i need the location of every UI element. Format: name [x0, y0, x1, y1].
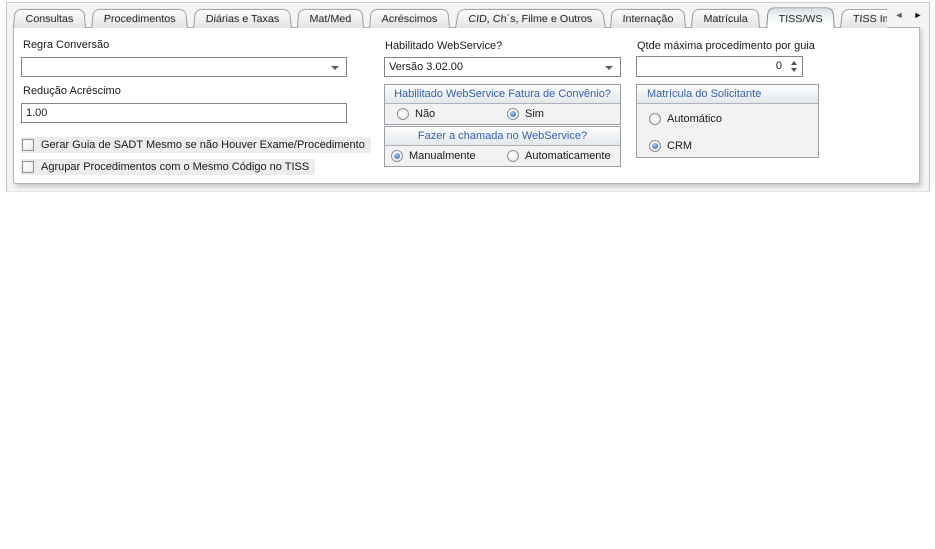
radio-icon	[649, 113, 661, 125]
tab-cid-chs-filme-outros[interactable]: CID, Ch´s, Filme e Outros	[455, 9, 606, 28]
tab-label: TISS Impressão	[852, 13, 887, 24]
radio-icon	[397, 108, 409, 120]
qtde-maxima-spinner[interactable]: 0	[636, 56, 803, 77]
checkbox-agrupar-procedimentos[interactable]: Agrupar Procedimentos com o Mesmo Código…	[21, 159, 315, 175]
tab-tiss-ws[interactable]: TISS/WS	[766, 7, 835, 28]
reducao-acrescimo-input[interactable]	[21, 103, 347, 123]
tab-label: Consultas	[25, 13, 74, 24]
reducao-acrescimo-label: Redução Acréscimo	[23, 85, 121, 97]
tab-procedimentos[interactable]: Procedimentos	[91, 9, 188, 28]
scroll-left-icon: ◄	[895, 11, 904, 20]
radio-icon	[649, 140, 661, 152]
tab-diarias-e-taxas[interactable]: Diárias e Taxas	[193, 9, 292, 28]
spin-up-icon	[791, 61, 797, 65]
tab-label: Diárias e Taxas	[206, 13, 280, 24]
tab-label: Acréscimos	[381, 13, 437, 24]
tab-label: Procedimentos	[103, 13, 176, 24]
chamada-webservice-body: Manualmente Automaticamente	[385, 146, 620, 167]
radio-option-automaticamente[interactable]: Automaticamente	[507, 150, 611, 162]
tab-tiss-impressao[interactable]: TISS Impressão	[840, 9, 887, 28]
checkbox-icon	[22, 139, 34, 151]
ws-fatura-convenio-title: Habilitado WebService Fatura de Convênio…	[385, 85, 620, 104]
habilitado-webservice-label: Habilitado WebService?	[385, 40, 502, 52]
qtde-maxima-value: 0	[776, 60, 782, 72]
radio-icon	[507, 150, 519, 162]
habilitado-webservice-value: Versão 3.02.00	[389, 61, 463, 73]
radio-label: Manualmente	[409, 150, 476, 162]
checkbox-gerar-guia-sadt[interactable]: Gerar Guia de SADT Mesmo se não Houver E…	[21, 137, 371, 153]
chamada-webservice-title: Fazer a chamada no WebService?	[385, 127, 620, 146]
matricula-solicitante-group: Matrícula do Solicitante Automático CRM	[636, 84, 819, 158]
radio-icon	[507, 108, 519, 120]
tab-consultas[interactable]: Consultas	[13, 9, 86, 28]
radio-option-crm[interactable]: CRM	[649, 140, 692, 152]
ws-fatura-convenio-group: Habilitado WebService Fatura de Convênio…	[384, 84, 621, 125]
tab-label: CID, Ch´s, Filme e Outros	[467, 13, 593, 24]
radio-label: CRM	[667, 140, 692, 152]
matricula-solicitante-body: Automático CRM	[637, 104, 818, 158]
tab-label: TISS/WS	[778, 13, 823, 24]
qtde-maxima-label: Qtde máxima procedimento por guia	[637, 40, 815, 52]
dropdown-arrow-icon	[605, 66, 613, 70]
matricula-solicitante-title: Matrícula do Solicitante	[637, 85, 818, 104]
tab-label: Mat/Med	[309, 13, 351, 24]
radio-option-manualmente[interactable]: Manualmente	[391, 150, 476, 162]
regra-conversao-dropdown[interactable]	[21, 57, 347, 77]
radio-option-automatico[interactable]: Automático	[649, 113, 722, 125]
tab-strip: Consultas Procedimentos Diárias e Taxas …	[13, 5, 887, 28]
radio-option-nao[interactable]: Não	[397, 108, 435, 120]
tab-matricula[interactable]: Matrícula	[691, 9, 760, 28]
checkbox-label: Gerar Guia de SADT Mesmo se não Houver E…	[41, 139, 365, 151]
regra-conversao-label: Regra Conversão	[23, 39, 109, 51]
radio-label: Não	[415, 108, 435, 120]
radio-label: Sim	[525, 108, 544, 120]
tab-internacao[interactable]: Internação	[610, 9, 686, 28]
radio-option-sim[interactable]: Sim	[507, 108, 544, 120]
tab-scroll-right-button[interactable]: ►	[910, 8, 926, 23]
tab-scroll-left-button[interactable]: ◄	[891, 8, 907, 23]
habilitado-webservice-dropdown[interactable]: Versão 3.02.00	[384, 57, 621, 77]
checkbox-label: Agrupar Procedimentos com o Mesmo Código…	[41, 161, 309, 173]
spinner-buttons	[787, 58, 800, 75]
tiss-ws-tab-page: Regra Conversão Redução Acréscimo Gerar …	[13, 27, 920, 184]
dropdown-arrow-icon	[331, 66, 339, 70]
radio-label: Automaticamente	[525, 150, 611, 162]
tab-label: Matrícula	[704, 13, 749, 24]
tab-acrescimos[interactable]: Acréscimos	[369, 9, 450, 28]
app-window: Consultas Procedimentos Diárias e Taxas …	[0, 0, 935, 549]
chamada-webservice-group: Fazer a chamada no WebService? Manualmen…	[384, 126, 621, 167]
scroll-right-icon: ►	[914, 11, 923, 20]
spin-down-icon	[791, 68, 797, 72]
spin-down-button[interactable]	[787, 67, 800, 73]
spin-up-button[interactable]	[787, 60, 800, 66]
checkbox-icon	[22, 161, 34, 173]
tab-mat-med[interactable]: Mat/Med	[297, 9, 364, 28]
radio-label: Automático	[667, 113, 722, 125]
radio-icon	[391, 150, 403, 162]
tab-label: Internação	[623, 13, 675, 24]
ws-fatura-convenio-body: Não Sim	[385, 104, 620, 125]
